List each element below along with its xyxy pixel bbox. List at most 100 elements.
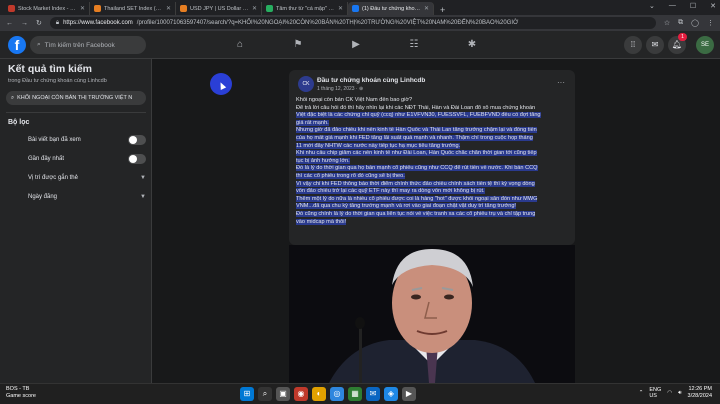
messenger-icon[interactable]: ✉ [646,36,664,54]
post-text-line: Đó cũng chính là lý do thời gian qua liê… [296,210,571,219]
tab-search-icon[interactable]: ⌄ [649,2,655,10]
highlighted-text: Đó là lý do thời gian qua họ bán mạnh cổ… [296,165,538,172]
url-input[interactable]: 🔒︎ https://www.facebook.com/profile/1000… [49,17,656,29]
filter-toggle[interactable] [128,135,146,145]
home-icon[interactable]: ⌂ [234,39,246,51]
search-placeholder: Tìm kiếm trên Facebook [44,41,115,49]
search-query-field[interactable]: ⌕ KHỐI NGOẠI CÒN BÁN THỊ TRƯỜNG VIỆT N [6,91,146,105]
post-date[interactable]: 1 tháng 12, 2023 · ⊕ [317,86,363,92]
browser-tab[interactable]: Thailand SET Index (SETI) - Inve✕ [90,2,176,15]
tray-chevron-icon[interactable]: ⌃ [639,390,644,396]
browser-tab[interactable]: USD JPY | US Dollar to Yen Live✕ [176,2,262,15]
post-text-line: Vì vậy chỉ khi FED thông báo thời điểm c… [296,180,571,189]
tab-close-icon[interactable]: ✕ [338,5,343,12]
tab-close-icon[interactable]: ✕ [424,5,429,12]
tab-favicon-icon [8,5,15,12]
taskbar-app-icon[interactable]: ▦ [348,387,362,401]
highlighted-text: VNM...đã qua chu kỳ tăng trưởng mạnh và … [296,203,516,210]
browser-menu-icon[interactable]: ⋮ [707,19,714,27]
extensions-icon[interactable]: ⧉ [678,19,683,27]
page-avatar[interactable]: CK [298,76,314,92]
reload-icon[interactable]: ↻ [36,19,42,27]
filter-row[interactable]: Bài viết bạn đã xem [28,134,146,146]
tab-close-icon[interactable]: ✕ [80,5,85,12]
highlighted-text: tục bị ảnh hưởng lớn. [296,157,350,164]
highlighted-text: Thêm một lý do nữa là nhiều cổ phiếu đượ… [296,195,538,202]
close-window-icon[interactable]: ✕ [710,2,716,10]
highlighted-text: Nhưng giờ đã đảo chiều khi nền kinh tế H… [296,127,537,134]
megaphone-icon[interactable]: ✱ [466,39,478,51]
taskbar-app-icon[interactable]: ▶ [402,387,416,401]
notification-count-badge: 1 [678,33,687,41]
main-content: CK Đầu tư chứng khoán cùng Linhcdb 1 thá… [152,59,720,383]
weather-subtitle: Game score [6,393,36,399]
facebook-logo[interactable]: f [8,36,26,54]
profile-icon[interactable]: ◯ [691,19,699,27]
system-tray: ⌃ ENG US ◠ 🔊︎ 12:26 PM 3/28/2024 [639,386,712,400]
taskbar-app-icon[interactable]: ◐ [312,387,326,401]
clock-date: 3/28/2024 [687,393,712,399]
portrait-image [289,245,575,383]
browser-tab[interactable]: Tâm thư từ "cá mập" Petri Deryn✕ [262,2,348,15]
taskbar-app-icon[interactable]: ⊞ [240,387,254,401]
facebook-search-input[interactable]: ⌕ Tìm kiếm trên Facebook [30,36,146,54]
maximize-icon[interactable]: ☐ [690,2,696,10]
post-author[interactable]: Đầu tư chứng khoán cùng Linhcdb [317,77,425,84]
taskbar-app-icon[interactable]: ◉ [294,387,308,401]
url-path: /profile/100071063597407/search/?q=KHỐI%… [136,20,519,26]
highlighted-text: vào midcap mà thôi! [296,218,347,225]
search-icon: ⌕ [37,41,41,48]
taskbar-app-icon[interactable]: ◈ [384,387,398,401]
post-text-line: vào midcap mà thôi! [296,218,571,227]
post-text-line: giá rất mạnh. [296,119,571,128]
flag-icon[interactable]: ⚑ [292,39,304,51]
tab-close-icon[interactable]: ✕ [252,5,257,12]
tab-close-icon[interactable]: ✕ [166,5,171,12]
watch-icon[interactable]: ▶ [350,39,362,51]
language-indicator[interactable]: ENG US [649,387,661,399]
groups-icon[interactable]: ☷ [408,39,420,51]
address-bar-row: ← → ↻ 🔒︎ https://www.facebook.com/profil… [0,15,720,31]
bookmark-star-icon[interactable]: ☆ [664,19,670,27]
clock[interactable]: 12:26 PM 3/28/2024 [688,386,712,400]
highlighted-text: thì các cổ phiếu trong rổ đó cũng sẽ bị … [296,172,405,179]
browser-tab[interactable]: (1) Đầu tư chứng khoán cùng Li✕ [348,2,434,15]
filter-row[interactable]: Gần đây nhất [28,153,146,165]
dropdown-caret-icon[interactable]: ▼ [140,175,146,181]
menu-grid-icon[interactable]: ⁞⁞ [624,36,642,54]
account-avatar[interactable]: SE [696,36,714,54]
filter-row[interactable]: Vị trí được gắn thẻ ▼ [28,172,146,184]
window-controls: ⌄ — ☐ ✕ [649,2,716,10]
taskbar-app-icon[interactable]: ⌕ [258,387,272,401]
taskbar-app-icon[interactable]: ◎ [330,387,344,401]
dropdown-caret-icon[interactable]: ▼ [140,194,146,200]
more-options-icon[interactable]: ··· [557,78,565,87]
back-icon[interactable]: ← [6,20,13,27]
filter-row[interactable]: Ngày đăng ▼ [28,191,146,203]
post-text-line: tục bị ảnh hưởng lớn. [296,157,571,166]
divider [6,112,146,113]
forward-icon[interactable]: → [21,20,28,27]
weather-widget[interactable]: BOS - TB Game score [6,386,36,400]
browser-tab[interactable]: Stock Market Index - Major Wo✕ [4,2,90,15]
post-text-line: vốn đảo chiều trở lại các quỹ ETF này th… [296,188,571,196]
search-icon: ⌕ [11,94,15,101]
weather-title: BOS - TB [6,386,30,392]
new-tab-button[interactable]: + [434,5,451,15]
lock-icon[interactable]: 🔒︎ [56,20,59,27]
wifi-icon[interactable]: ◠ [667,390,672,396]
taskbar-app-icon[interactable]: ▣ [276,387,290,401]
post-text-line: Nhưng giờ đã đảo chiều khi nền kinh tế H… [296,127,571,135]
tab-favicon-icon [266,5,273,12]
post-photo[interactable] [289,245,575,383]
post-text-line: Đó là lý do thời gian qua họ bán mạnh cổ… [296,165,571,173]
taskbar-app-icon[interactable]: ✉ [366,387,380,401]
post-text-line: Việt đặc biệt là các chứng chỉ quỹ (ccq)… [296,112,571,120]
minimize-icon[interactable]: — [669,2,676,10]
highlighted-text: Việt đặc biệt là các chứng chỉ quỹ (ccq)… [296,112,541,119]
filter-toggle[interactable] [128,154,146,164]
volume-icon[interactable]: 🔊︎ [678,390,681,397]
highlighted-text: Đó cũng chính là lý do thời gian qua liê… [296,210,536,217]
facebook-header: f ⌕ Tìm kiếm trên Facebook ⌂ ⚑ ▶ ☷ ✱ ⁞⁞ … [0,31,720,59]
tab-title: Thailand SET Index (SETI) - Inve [104,5,163,12]
